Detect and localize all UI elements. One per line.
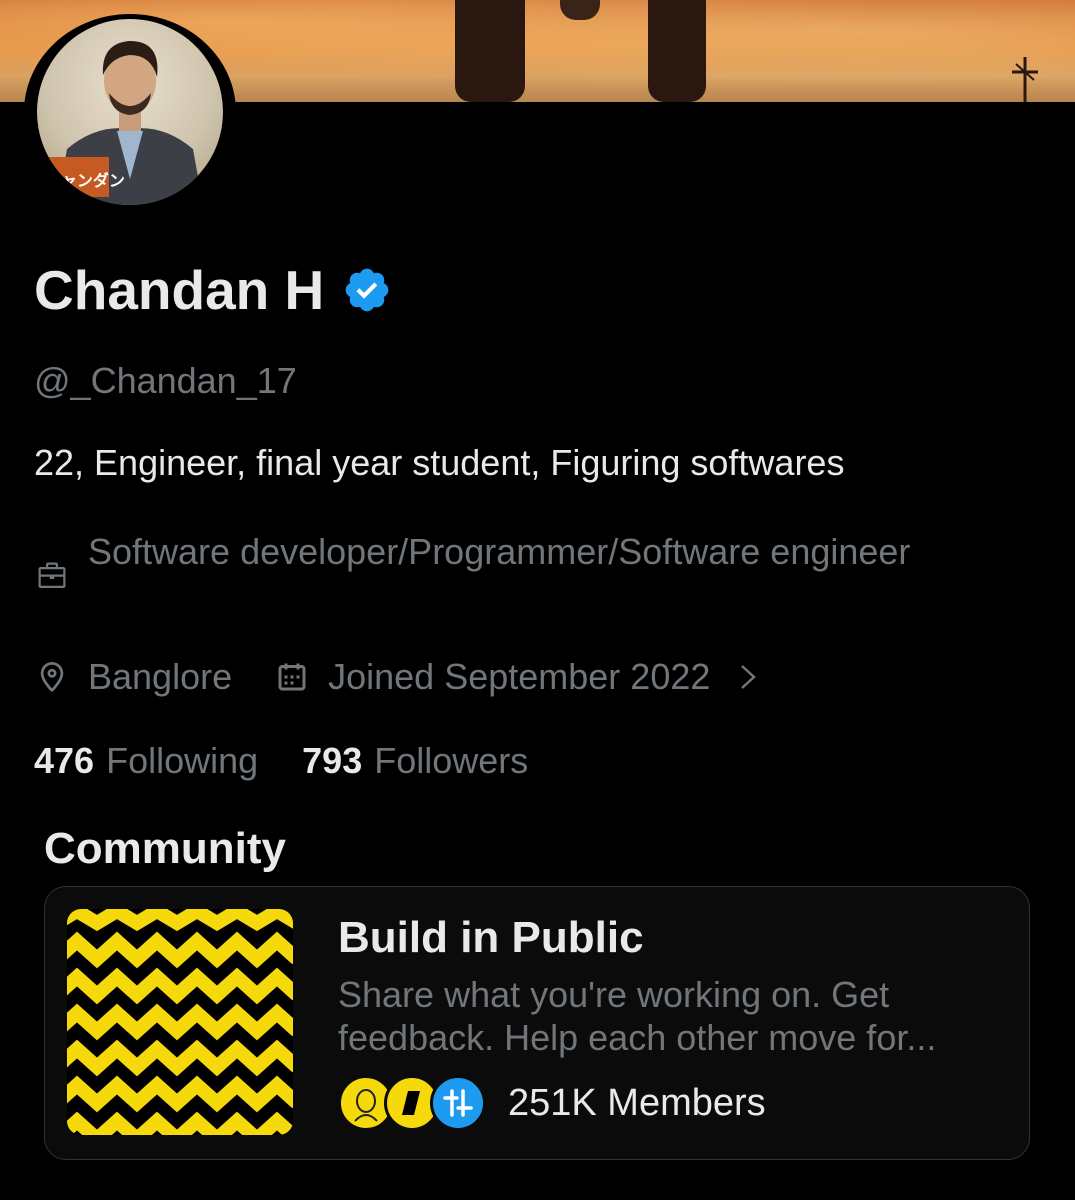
followers-count: 793 — [302, 740, 363, 781]
member-avatar-3 — [430, 1075, 486, 1131]
location-text: Banglore — [88, 656, 233, 697]
verified-badge-icon[interactable] — [342, 265, 392, 315]
community-section-title: Community — [44, 824, 286, 873]
joined-date-text: Joined September 2022 — [328, 656, 711, 697]
zigzag-pattern — [67, 909, 293, 1135]
follow-stats: 476 Following 793 Followers — [34, 740, 572, 782]
profession-text: Software developer/Programmer/Software e… — [88, 531, 911, 572]
calendar-icon — [278, 663, 306, 691]
briefcase-icon — [38, 562, 66, 588]
following-link[interactable]: 476 Following — [34, 740, 258, 782]
portrait-icon — [354, 1089, 378, 1122]
user-handle: @_Chandan_17 — [34, 360, 297, 401]
community-members: 251K Members — [338, 1075, 766, 1131]
banner-figure-right — [648, 0, 706, 102]
banner-antenna-icon — [1012, 57, 1038, 102]
members-count: 251K Members — [508, 1081, 766, 1124]
followers-label: Followers — [374, 740, 529, 781]
banner-figure-left — [455, 0, 525, 102]
hash-logo-icon — [443, 1089, 473, 1117]
following-count: 476 — [34, 740, 95, 781]
community-image — [67, 909, 293, 1135]
following-label: Following — [106, 740, 259, 781]
followers-link[interactable]: 793 Followers — [302, 740, 528, 782]
chevron-right-icon[interactable] — [738, 662, 758, 692]
location-pin-icon — [40, 662, 64, 692]
avatar-sign-text: チャンダン — [45, 171, 125, 190]
slash-logo-icon — [402, 1091, 420, 1115]
profile-avatar[interactable]: チャンダン — [24, 14, 236, 210]
community-name: Build in Public — [338, 913, 644, 962]
display-name: Chandan H — [34, 259, 325, 321]
community-description: Share what you're working on. Get feedba… — [338, 974, 937, 1058]
name-row: Chandan H — [34, 258, 392, 322]
profession-row: Software developer/Programmer/Software e… — [34, 530, 934, 594]
avatar-image: チャンダン — [37, 19, 223, 205]
location-joined-row: Banglore Joined September 2022 — [34, 656, 758, 698]
user-bio: 22, Engineer, final year student, Figuri… — [34, 442, 845, 483]
community-card[interactable]: Build in Public Share what you're workin… — [44, 886, 1030, 1160]
